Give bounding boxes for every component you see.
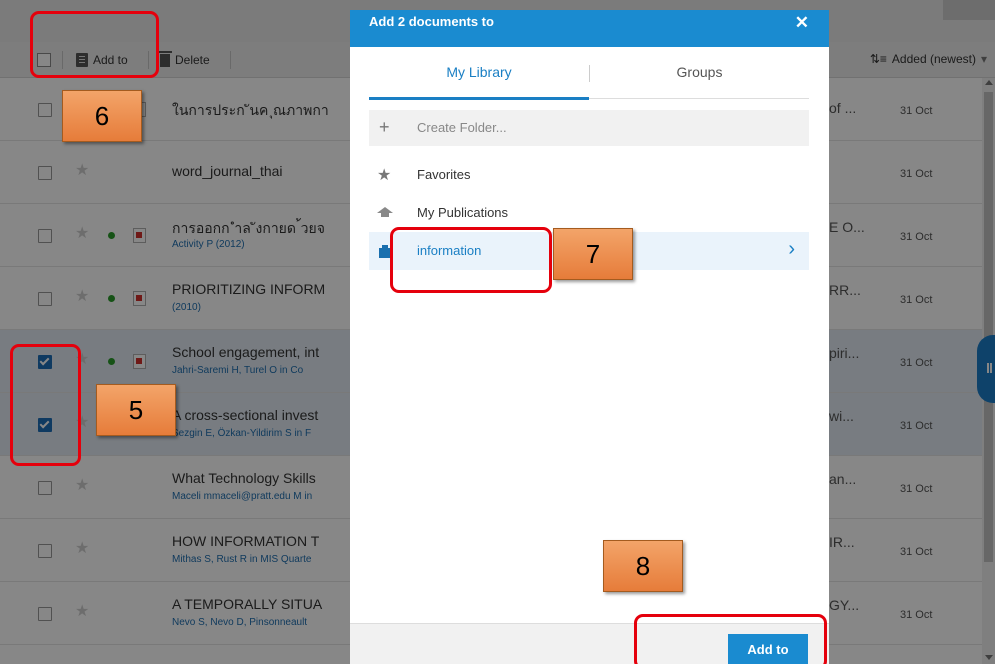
annotation-badge: 7 (553, 228, 633, 280)
callout-add-to (30, 11, 159, 78)
folder-label: Favorites (417, 167, 471, 182)
add-to-dialog: Add 2 documents to ✕ My Library Groups +… (350, 10, 829, 664)
dialog-header: Add 2 documents to ✕ (350, 10, 829, 47)
callout-information-folder (390, 227, 552, 293)
annotation-badge: 6 (62, 90, 142, 142)
library-page: Add to Delete ⇅≡ Added (newest) ▾ ★ในการ… (0, 0, 995, 664)
plus-icon: + (379, 117, 390, 137)
dialog-title: Add 2 documents to (369, 14, 494, 29)
create-folder-label: Create Folder... (417, 120, 507, 135)
star-icon: ★ (377, 167, 392, 184)
callout-add-button (634, 614, 827, 664)
folder-item-favorites[interactable]: ★ Favorites (369, 156, 809, 194)
tab-groups[interactable]: Groups (590, 64, 809, 80)
chevron-right-icon[interactable]: › (788, 238, 795, 261)
callout-checkboxes (10, 344, 81, 466)
create-folder-button[interactable]: + Create Folder... (369, 110, 809, 146)
tab-my-library[interactable]: My Library (369, 64, 589, 80)
annotation-badge: 8 (603, 540, 683, 592)
graduation-cap-icon (377, 207, 393, 217)
dialog-tabs: My Library Groups (369, 47, 809, 100)
annotation-badge: 5 (96, 384, 176, 436)
close-icon[interactable]: ✕ (795, 13, 809, 33)
folder-label: My Publications (417, 205, 509, 220)
